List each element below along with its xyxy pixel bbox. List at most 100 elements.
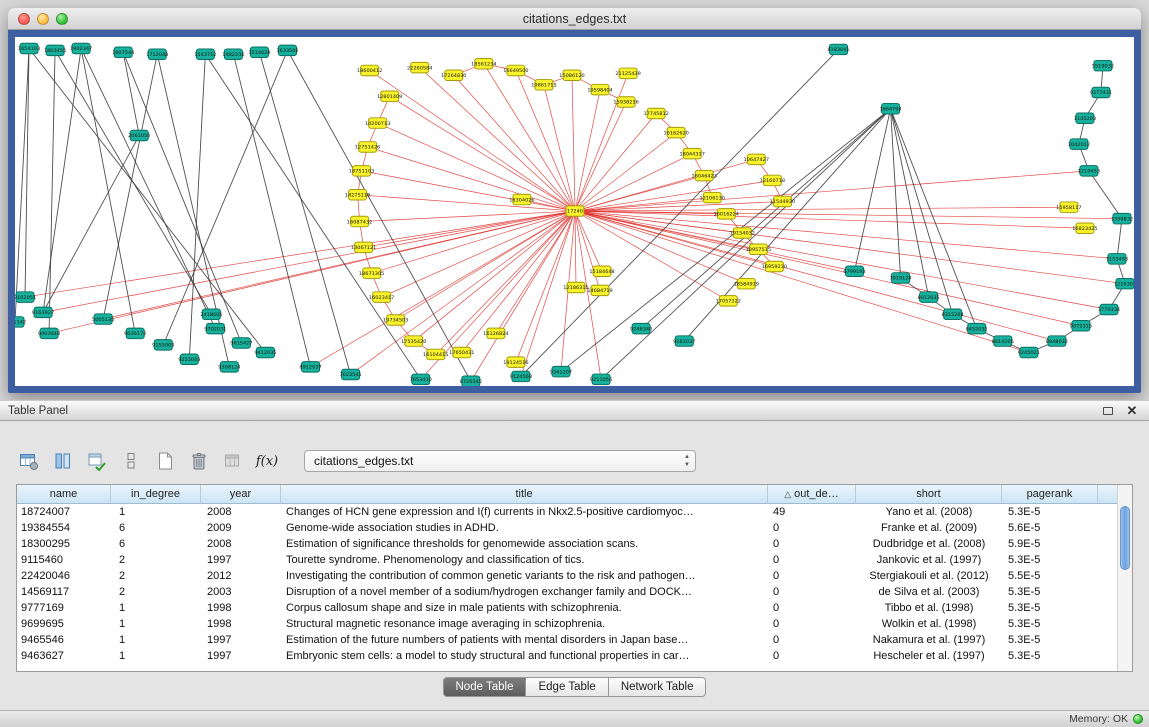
column-header-in-degree[interactable]: in_degree xyxy=(111,485,201,504)
table-cell[interactable]: 9115460 xyxy=(17,552,111,568)
table-cell[interactable]: Structural magnetic resonance image aver… xyxy=(281,616,768,632)
function-builder-icon[interactable]: f(x) xyxy=(254,449,280,473)
table-cell[interactable]: Estimation of the future numbers of pati… xyxy=(281,632,768,648)
window-titlebar[interactable]: citations_edges.txt xyxy=(8,8,1141,30)
table-row[interactable]: 969969511998Structural magnetic resonanc… xyxy=(17,616,1132,632)
table-row[interactable]: 2242004622012Investigating the contribut… xyxy=(17,568,1132,584)
close-panel-icon[interactable]: ✕ xyxy=(1123,403,1141,418)
table-cell[interactable]: Nakamura et al. (1997) xyxy=(856,632,1002,648)
table-cell[interactable]: 2008 xyxy=(201,504,281,520)
table-cell[interactable]: 19384554 xyxy=(17,520,111,536)
table-cell[interactable]: 2009 xyxy=(201,520,281,536)
tab-node-table[interactable]: Node Table xyxy=(443,677,527,697)
table-cell[interactable]: 9465546 xyxy=(17,632,111,648)
table-cell[interactable]: 2 xyxy=(111,552,201,568)
table-cell[interactable]: 5.3E-5 xyxy=(1002,552,1098,568)
table-cell[interactable]: 0 xyxy=(768,568,856,584)
table-cell[interactable]: 18300295 xyxy=(17,536,111,552)
table-cell[interactable]: 5.3E-5 xyxy=(1002,600,1098,616)
network-selector[interactable]: citations_edges.txt ▲▼ xyxy=(304,450,696,472)
table-cell[interactable]: Disruption of a novel member of a sodium… xyxy=(281,584,768,600)
table-cell[interactable]: 1997 xyxy=(201,552,281,568)
table-cell[interactable]: 9777169 xyxy=(17,600,111,616)
table-cell[interactable]: Yano et al. (2008) xyxy=(856,504,1002,520)
table-cell[interactable]: 18724007 xyxy=(17,504,111,520)
table-cell[interactable]: 1998 xyxy=(201,616,281,632)
table-cell[interactable]: Genome-wide association studies in ADHD. xyxy=(281,520,768,536)
table-cell[interactable]: 0 xyxy=(768,632,856,648)
table-cell[interactable]: Wolkin et al. (1998) xyxy=(856,616,1002,632)
table-cell[interactable]: 0 xyxy=(768,520,856,536)
table-cell[interactable]: Tibbo et al. (1998) xyxy=(856,600,1002,616)
table-row[interactable]: 1872400712008Changes of HCN gene express… xyxy=(17,504,1132,520)
table-row[interactable]: 946362711997Embryonic stem cells: a mode… xyxy=(17,648,1132,664)
table-cell[interactable]: Estimation of significance thresholds fo… xyxy=(281,536,768,552)
close-button[interactable] xyxy=(18,13,30,25)
table-cell[interactable]: 5.3E-5 xyxy=(1002,616,1098,632)
table-row[interactable]: 1938455462009Genome-wide association stu… xyxy=(17,520,1132,536)
minimize-button[interactable] xyxy=(37,13,49,25)
zoom-button[interactable] xyxy=(56,13,68,25)
table-mode-icon[interactable] xyxy=(16,449,42,473)
new-document-icon[interactable] xyxy=(152,449,178,473)
table-cell[interactable]: de Silva et al. (2003) xyxy=(856,584,1002,600)
column-header-year[interactable]: year xyxy=(201,485,281,504)
column-header-short[interactable]: short xyxy=(856,485,1002,504)
tab-network-table[interactable]: Network Table xyxy=(609,677,707,697)
table-cell[interactable]: 5.3E-5 xyxy=(1002,632,1098,648)
table-cell[interactable]: 9699695 xyxy=(17,616,111,632)
table-cell[interactable]: Tourette syndrome. Phenomenology and cla… xyxy=(281,552,768,568)
table-cell[interactable]: 6 xyxy=(111,536,201,552)
table-cell[interactable]: 1998 xyxy=(201,600,281,616)
table-cell[interactable]: 14569117 xyxy=(17,584,111,600)
scrollbar-thumb[interactable] xyxy=(1120,506,1130,570)
table-cell[interactable]: Hescheler et al. (1997) xyxy=(856,648,1002,664)
table-cell[interactable]: 9463627 xyxy=(17,648,111,664)
table-row[interactable]: 946554611997Estimation of the future num… xyxy=(17,632,1132,648)
table-cell[interactable]: 0 xyxy=(768,552,856,568)
edit-column-icon[interactable] xyxy=(84,449,110,473)
table-cell[interactable]: 5.3E-5 xyxy=(1002,584,1098,600)
table-cell[interactable]: 2012 xyxy=(201,568,281,584)
table-row[interactable]: 1830029562008Estimation of significance … xyxy=(17,536,1132,552)
table-row[interactable]: 1456911722003Disruption of a novel membe… xyxy=(17,584,1132,600)
table-cell[interactable]: 0 xyxy=(768,536,856,552)
table-cell[interactable]: 2 xyxy=(111,568,201,584)
table-scrollbar[interactable] xyxy=(1117,485,1132,671)
column-header-name[interactable]: name xyxy=(17,485,111,504)
table-cell[interactable]: Stergiakouli et al. (2012) xyxy=(856,568,1002,584)
table-cell[interactable]: 5.6E-5 xyxy=(1002,520,1098,536)
table-cell[interactable]: Investigating the contribution of common… xyxy=(281,568,768,584)
table-cell[interactable]: 5.3E-5 xyxy=(1002,504,1098,520)
tab-edge-table[interactable]: Edge Table xyxy=(526,677,608,697)
table-cell[interactable]: 5.9E-5 xyxy=(1002,536,1098,552)
table-cell[interactable]: 1 xyxy=(111,616,201,632)
table-cell[interactable]: Corpus callosum shape and size in male p… xyxy=(281,600,768,616)
table-cell[interactable]: 5.3E-5 xyxy=(1002,648,1098,664)
table-cell[interactable]: 1 xyxy=(111,600,201,616)
table-cell[interactable]: 1 xyxy=(111,504,201,520)
table-cell[interactable]: Embryonic stem cells: a model to study s… xyxy=(281,648,768,664)
table-row[interactable]: 977716911998Corpus callosum shape and si… xyxy=(17,600,1132,616)
table-cell[interactable]: 0 xyxy=(768,600,856,616)
row-height-icon[interactable] xyxy=(118,449,144,473)
column-header-out-degree[interactable]: △ out_de… xyxy=(768,485,856,504)
delete-trash-icon[interactable] xyxy=(186,449,212,473)
table-row[interactable]: 911546021997Tourette syndrome. Phenomeno… xyxy=(17,552,1132,568)
table-cell[interactable]: 49 xyxy=(768,504,856,520)
column-header-pagerank[interactable]: pagerank xyxy=(1002,485,1098,504)
table-cell[interactable]: Dudbridge et al. (2008) xyxy=(856,536,1002,552)
table-cell[interactable]: 1997 xyxy=(201,648,281,664)
import-table-icon[interactable] xyxy=(220,449,246,473)
table-cell[interactable]: Franke et al. (2009) xyxy=(856,520,1002,536)
table-cell[interactable]: 0 xyxy=(768,616,856,632)
table-cell[interactable]: 1997 xyxy=(201,632,281,648)
float-panel-icon[interactable] xyxy=(1099,403,1117,418)
table-cell[interactable]: 6 xyxy=(111,520,201,536)
table-cell[interactable]: Jankovic et al. (1997) xyxy=(856,552,1002,568)
table-cell[interactable]: Changes of HCN gene expression and I(f) … xyxy=(281,504,768,520)
table-cell[interactable]: 2003 xyxy=(201,584,281,600)
column-header-title[interactable]: title xyxy=(281,485,768,504)
table-cell[interactable]: 2008 xyxy=(201,536,281,552)
table-cell[interactable]: 0 xyxy=(768,648,856,664)
